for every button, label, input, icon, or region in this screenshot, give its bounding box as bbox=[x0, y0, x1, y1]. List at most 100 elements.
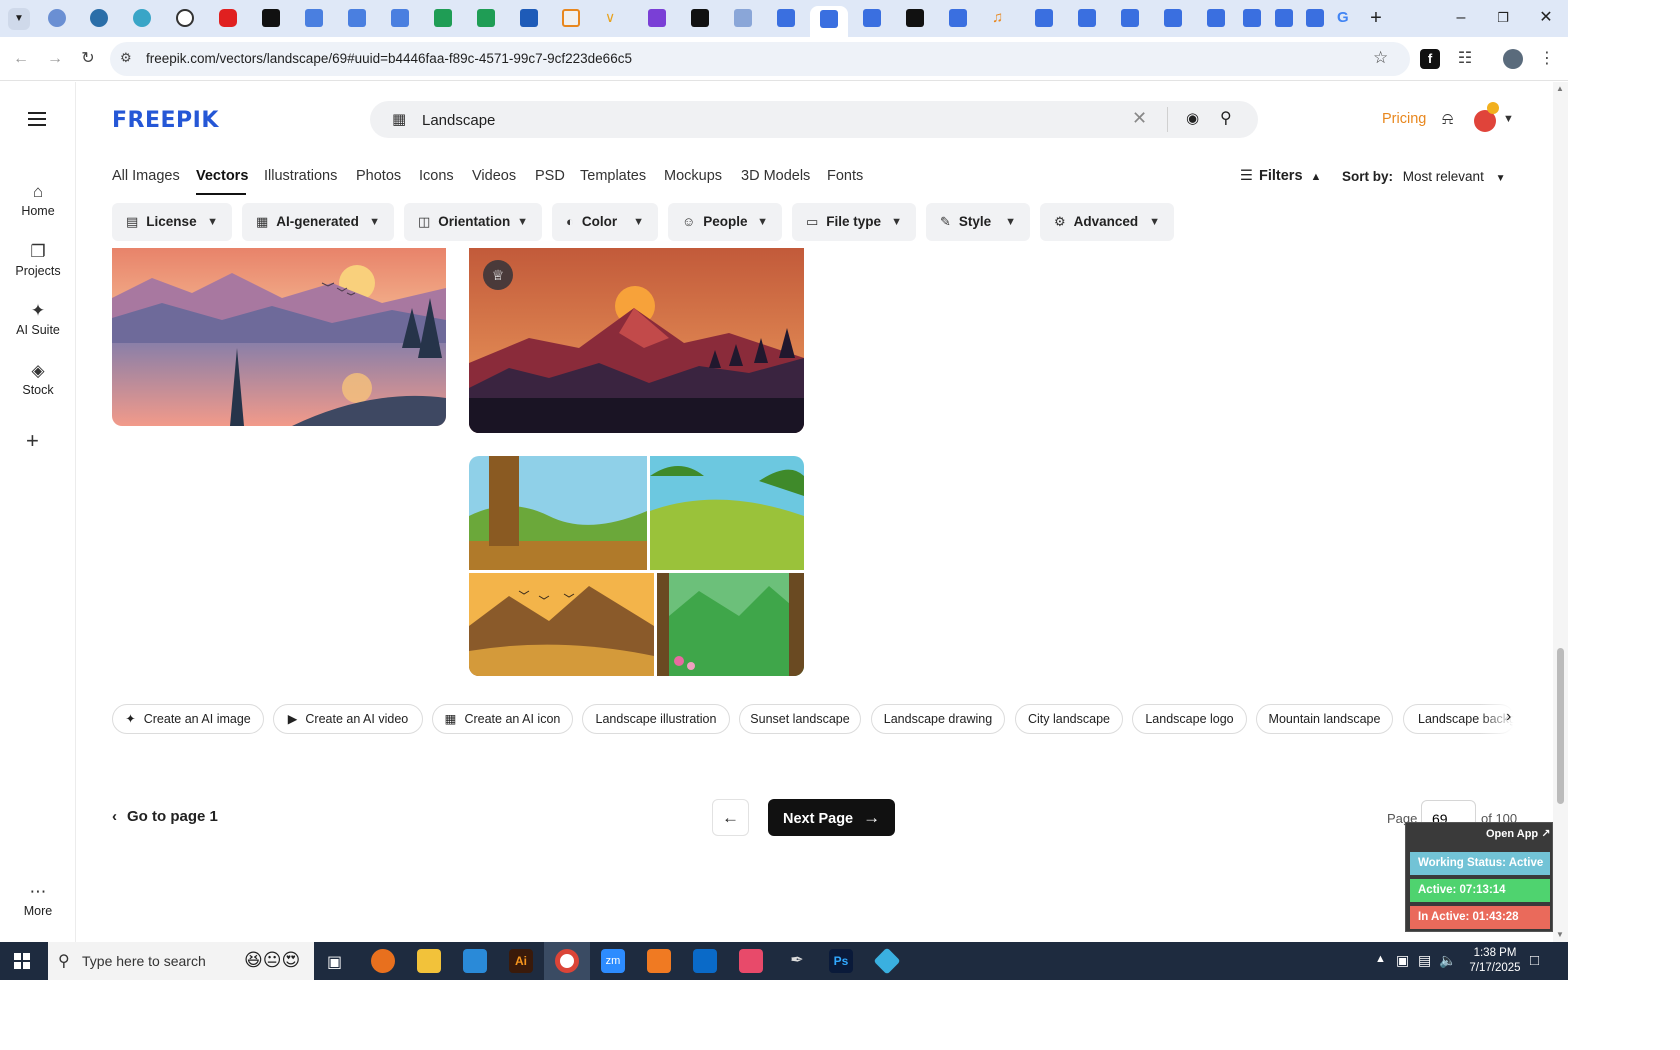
filters-toggle[interactable]: ☰ Filters ▲ bbox=[1240, 168, 1321, 184]
image-result-lake-sunset[interactable] bbox=[112, 248, 446, 426]
tab-illustrations[interactable]: Illustrations bbox=[264, 168, 337, 184]
filter-orientation[interactable]: ◫ Orientation ▼ bbox=[404, 203, 542, 241]
task-view-icon[interactable]: ▣ bbox=[327, 952, 342, 972]
profile-avatar[interactable] bbox=[1503, 49, 1523, 69]
taskbar-search-box[interactable]: ⚲ Type here to search 😆😐😍 bbox=[48, 942, 314, 980]
restore-icon[interactable]: ❐ bbox=[1493, 8, 1513, 28]
filter-ai-generated[interactable]: ▦ AI-generated ▼ bbox=[242, 203, 394, 241]
tab-favicon-icon[interactable] bbox=[477, 9, 495, 27]
tab-favicon-icon[interactable] bbox=[1275, 9, 1293, 27]
image-result-red-mountain[interactable]: ♕ bbox=[469, 248, 804, 433]
sidebar-item-stock[interactable]: ◈ Stock bbox=[0, 361, 76, 397]
search-icon[interactable]: ⚲ bbox=[1220, 108, 1232, 128]
tab-fonts[interactable]: Fonts bbox=[827, 168, 863, 184]
tab-favicon-icon[interactable] bbox=[562, 9, 580, 27]
tab-favicon-icon[interactable] bbox=[1164, 9, 1182, 27]
sidebar-item-more[interactable]: ⋯ More bbox=[0, 882, 76, 918]
illustrator-icon[interactable]: Ai bbox=[509, 949, 533, 973]
tab-photos[interactable]: Photos bbox=[356, 168, 401, 184]
suggestion-landscape-drawing[interactable]: Landscape drawing bbox=[871, 704, 1005, 734]
tab-favicon-icon[interactable] bbox=[348, 9, 366, 27]
image-result-nature-set[interactable] bbox=[469, 456, 804, 676]
tab-search-button[interactable]: ▼ bbox=[8, 8, 30, 30]
outlook-icon[interactable] bbox=[693, 949, 717, 973]
tab-favicon-icon[interactable] bbox=[434, 9, 452, 27]
tab-favicon-icon[interactable] bbox=[219, 9, 237, 27]
account-chevron-down-icon[interactable]: ▼ bbox=[1503, 113, 1514, 125]
tab-favicon-icon[interactable] bbox=[648, 9, 666, 27]
filter-people[interactable]: ☺ People ▼ bbox=[668, 203, 782, 241]
back-icon[interactable]: ← bbox=[11, 49, 31, 69]
browser-menu-icon[interactable]: ⋮ bbox=[1537, 49, 1557, 69]
freepik-logo[interactable]: FREEPIK bbox=[112, 108, 219, 133]
bookmark-star-icon[interactable]: ☆ bbox=[1373, 48, 1388, 68]
filter-advanced[interactable]: ⚙ Advanced ▼ bbox=[1040, 203, 1174, 241]
tab-favicon-icon[interactable] bbox=[305, 9, 323, 27]
site-info-icon[interactable]: ⚙ bbox=[120, 50, 132, 66]
tab-vectors[interactable]: Vectors bbox=[196, 168, 248, 184]
forward-icon[interactable]: → bbox=[45, 49, 65, 69]
previous-page-button[interactable]: ← bbox=[712, 799, 749, 836]
suggestion-mountain-landscape[interactable]: Mountain landscape bbox=[1256, 704, 1393, 734]
xampp-icon[interactable] bbox=[647, 949, 671, 973]
filter-style[interactable]: ✎ Style ▼ bbox=[926, 203, 1030, 241]
tab-favicon-icon[interactable] bbox=[1035, 9, 1053, 27]
filter-color[interactable]: ◐ Color ▼ bbox=[552, 203, 658, 241]
tab-favicon-icon[interactable] bbox=[1243, 9, 1261, 27]
scroll-right-chevron-icon[interactable]: › bbox=[1506, 708, 1511, 726]
vertical-scrollbar[interactable]: ▲ ▼ bbox=[1553, 82, 1568, 942]
tab-favicon-icon[interactable]: ∨ bbox=[605, 9, 623, 27]
google-favicon-icon[interactable]: G bbox=[1337, 9, 1355, 27]
clear-search-icon[interactable]: ✕ bbox=[1132, 108, 1147, 129]
firefox-icon[interactable] bbox=[371, 949, 395, 973]
extensions-puzzle-icon[interactable]: ☷ bbox=[1455, 49, 1475, 69]
camera-icon[interactable]: ◉ bbox=[1186, 109, 1199, 127]
tab-favicon-icon[interactable] bbox=[734, 9, 752, 27]
tab-favicon-icon[interactable] bbox=[1306, 9, 1324, 27]
volume-icon[interactable]: 🔈 bbox=[1439, 952, 1456, 969]
search-input[interactable] bbox=[422, 108, 1122, 132]
tab-favicon-icon[interactable] bbox=[1207, 9, 1225, 27]
add-icon[interactable]: + bbox=[26, 428, 39, 454]
tab-favicon-icon[interactable] bbox=[863, 9, 881, 27]
windows-start-icon[interactable] bbox=[14, 953, 30, 969]
tab-templates[interactable]: Templates bbox=[580, 168, 646, 184]
file-explorer-icon[interactable] bbox=[417, 949, 441, 973]
extension-icon[interactable]: f bbox=[1420, 49, 1440, 69]
tab-mockups[interactable]: Mockups bbox=[664, 168, 722, 184]
go-to-page-1-link[interactable]: ‹ Go to page 1 bbox=[112, 808, 218, 825]
vscode-icon[interactable] bbox=[463, 949, 487, 973]
suggestion-landscape-logo[interactable]: Landscape logo bbox=[1132, 704, 1247, 734]
sort-control[interactable]: Sort by: Most relevant ▼ bbox=[1342, 169, 1506, 184]
sidebar-item-ai-suite[interactable]: ✦ AI Suite bbox=[0, 301, 76, 337]
tab-favicon-icon[interactable] bbox=[48, 9, 66, 27]
minimize-icon[interactable]: – bbox=[1451, 8, 1471, 28]
sidebar-item-projects[interactable]: ❐ Projects bbox=[0, 242, 76, 278]
tab-favicon-icon[interactable]: ♫ bbox=[992, 9, 1010, 27]
open-app-button[interactable]: Open App ↗ bbox=[1486, 827, 1550, 840]
scroll-up-icon[interactable]: ▲ bbox=[1556, 84, 1564, 93]
tab-favicon-icon[interactable] bbox=[1078, 9, 1096, 27]
tab-favicon-icon[interactable] bbox=[391, 9, 409, 27]
tab-favicon-icon[interactable] bbox=[777, 9, 795, 27]
scroll-down-icon[interactable]: ▼ bbox=[1556, 930, 1564, 939]
tab-favicon-icon[interactable] bbox=[133, 9, 151, 27]
tab-videos[interactable]: Videos bbox=[472, 168, 516, 184]
tab-favicon-icon[interactable] bbox=[1121, 9, 1139, 27]
zoom-icon[interactable]: zm bbox=[601, 949, 625, 973]
suggestion-sunset-landscape[interactable]: Sunset landscape bbox=[739, 704, 861, 734]
suggestion-create-ai-video[interactable]: ▶ Create an AI video bbox=[273, 704, 423, 734]
tab-favicon-icon[interactable] bbox=[262, 9, 280, 27]
tray-chevron-up-icon[interactable]: ▲ bbox=[1375, 953, 1386, 965]
tab-favicon-icon[interactable] bbox=[90, 9, 108, 27]
pricing-link[interactable]: Pricing bbox=[1382, 111, 1426, 127]
suggestion-city-landscape[interactable]: City landscape bbox=[1015, 704, 1123, 734]
app-icon[interactable] bbox=[873, 947, 901, 975]
creative-cloud-icon[interactable] bbox=[739, 949, 763, 973]
tab-favicon-icon[interactable] bbox=[949, 9, 967, 27]
menu-icon[interactable] bbox=[28, 112, 46, 126]
sidebar-item-home[interactable]: ⌂ Home bbox=[0, 182, 76, 218]
search-mode-icon[interactable]: ▦ bbox=[392, 110, 406, 128]
suggestion-landscape-illustration[interactable]: Landscape illustration bbox=[582, 704, 730, 734]
suggestion-create-ai-image[interactable]: ✦ Create an AI image bbox=[112, 704, 264, 734]
